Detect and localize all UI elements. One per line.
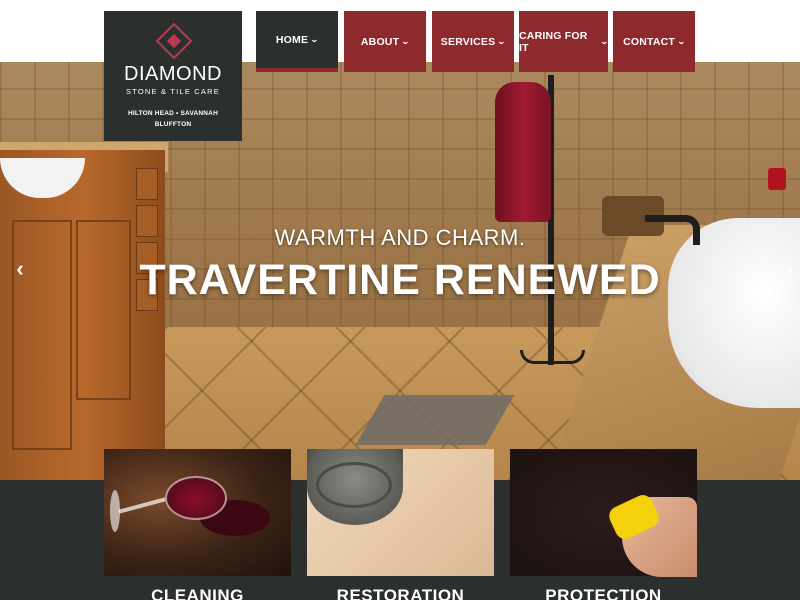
nav-item-label: CONTACT: [623, 35, 676, 48]
hero-drawer: [136, 168, 158, 200]
nav-item-contact[interactable]: CONTACT ⌄: [613, 11, 695, 72]
hero-cabinet-door: [12, 220, 72, 450]
floor-buffer-image: [316, 462, 392, 508]
hero-candle: [768, 168, 786, 190]
nav-item-label: CARING FOR IT: [519, 29, 588, 54]
nav-item-caring-for-it[interactable]: CARING FOR IT ⌄: [519, 11, 610, 72]
logo-brand-name: DIAMOND: [124, 63, 222, 85]
chevron-down-icon: ⌄: [676, 37, 686, 46]
hero-title: TRAVERTINE RENEWED: [139, 256, 661, 304]
hero-subtitle: WARMTH AND CHARM.: [274, 225, 526, 250]
nav-item-home[interactable]: HOME ⌄: [256, 11, 338, 72]
nav-item-services[interactable]: SERVICES ⌄: [432, 11, 514, 72]
chevron-down-icon: ⌄: [310, 35, 320, 44]
logo-locations: HILTON HEAD • SAVANNAH: [128, 110, 218, 117]
diamond-logo-icon: [155, 22, 193, 60]
service-title-restoration[interactable]: RESTORATION: [307, 586, 494, 600]
nav-item-label: ABOUT: [360, 35, 400, 48]
logo-locations: BLUFFTON: [154, 121, 192, 128]
hero-towel: [495, 82, 551, 222]
slider-next-icon[interactable]: ›: [778, 256, 800, 282]
wine-glass-image: [165, 476, 227, 520]
service-title-protection[interactable]: PROTECTION: [510, 586, 697, 600]
chevron-down-icon: ⌄: [600, 37, 610, 46]
logo-tagline: STONE & TILE CARE: [126, 87, 220, 96]
nav-item-label: HOME: [275, 33, 309, 46]
hero-towel-stand-base: [520, 350, 585, 364]
site-logo[interactable]: DIAMOND STONE & TILE CARE HILTON HEAD • …: [104, 11, 242, 141]
nav-item-about[interactable]: ABOUT ⌄: [344, 11, 426, 72]
nav-item-label: SERVICES: [440, 35, 496, 48]
slider-prev-icon[interactable]: ‹: [8, 256, 32, 282]
chevron-down-icon: ⌄: [401, 37, 411, 46]
service-title-cleaning[interactable]: CLEANING: [104, 586, 291, 600]
chevron-down-icon: ⌄: [497, 37, 507, 46]
